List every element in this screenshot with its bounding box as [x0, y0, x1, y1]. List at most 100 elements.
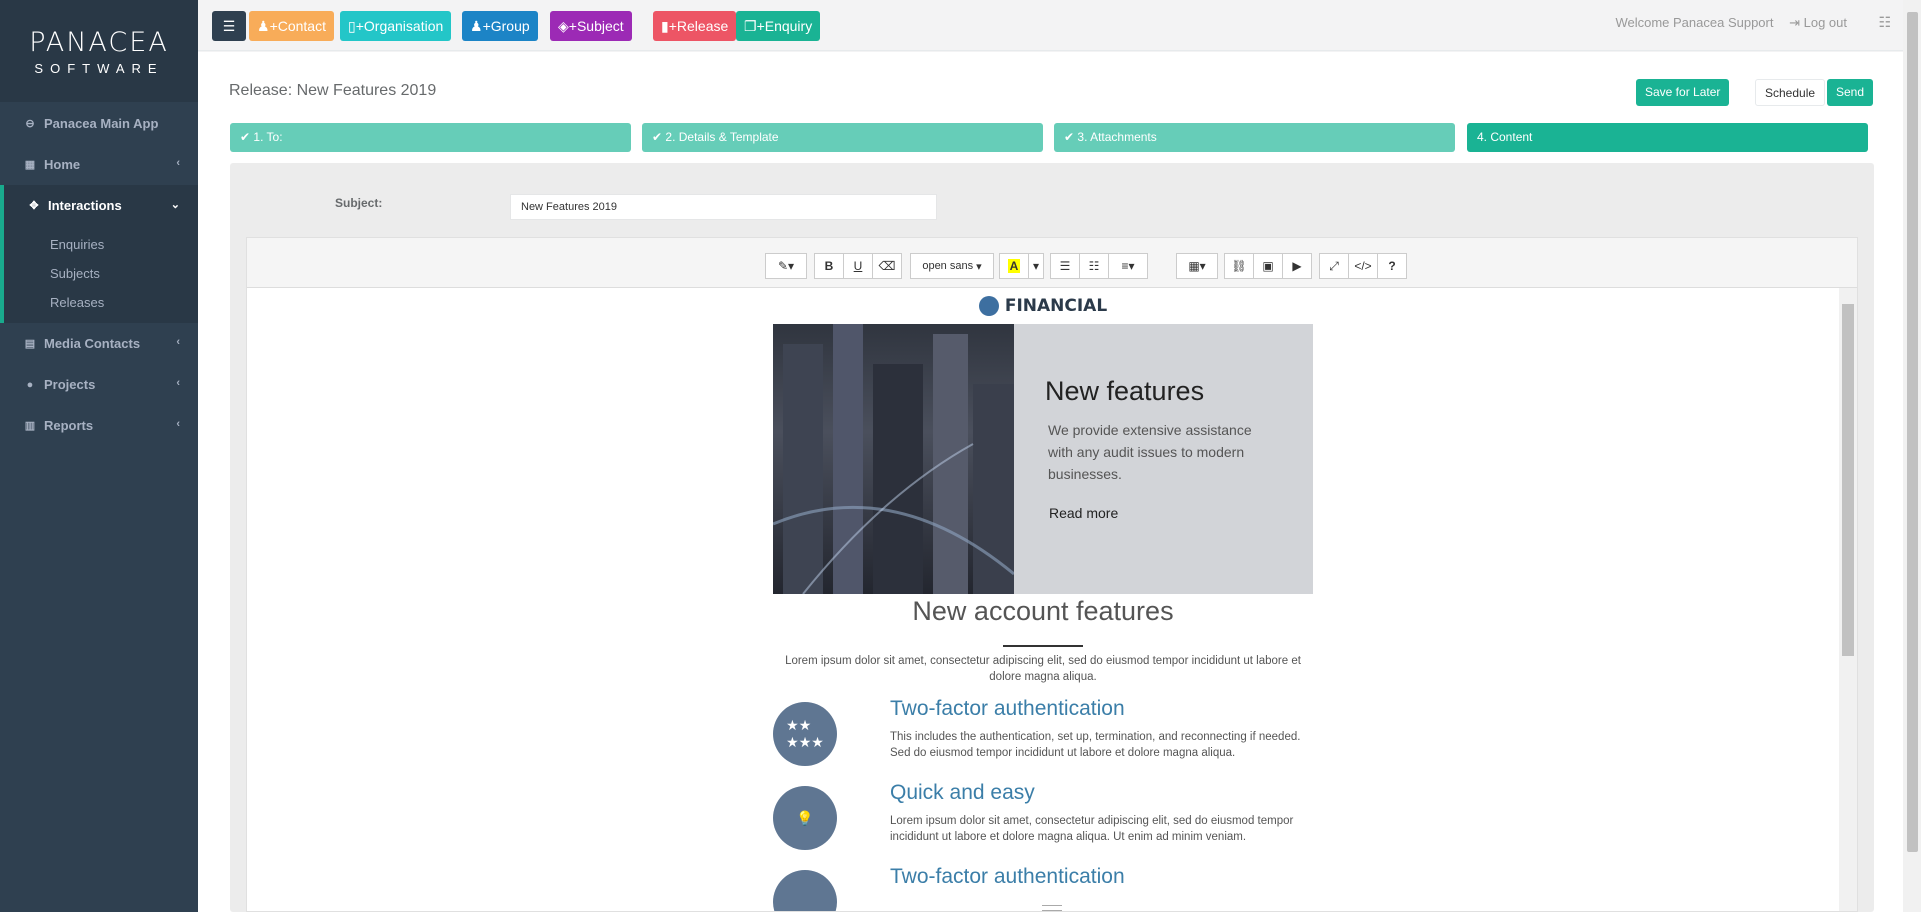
add-organisation-button[interactable]: ▯+Organisation — [340, 11, 452, 41]
table-icon: ▦▾ — [1188, 259, 1206, 273]
sign-out-icon: ⇥ — [1789, 15, 1804, 30]
step-label: 4. Content — [1477, 130, 1533, 144]
hero-title: New features — [1045, 376, 1205, 406]
sidebar-item-reports[interactable]: ▥ Reports ‹ — [0, 405, 198, 446]
sidebar-item-label: Media Contacts — [44, 336, 141, 351]
dashboard-icon: ▦ — [24, 159, 36, 171]
magic-wand-icon: ✎▾ — [777, 259, 795, 273]
section-divider — [1003, 645, 1083, 647]
button-label: +Release — [668, 18, 729, 34]
underline-button[interactable]: U — [843, 253, 873, 279]
clear-format-button[interactable]: ⌫ — [872, 253, 902, 279]
file-icon: ▮ — [661, 18, 669, 34]
sidebar-item-projects[interactable]: ● Projects ‹ — [0, 364, 198, 405]
sidebar-item-interactions[interactable]: ✥ Interactions ⌄ — [0, 185, 198, 226]
add-group-button[interactable]: ♟+Group — [462, 11, 538, 41]
feature-item: ★★ ★★★ Two-factor authentication This inc… — [773, 697, 1313, 775]
sidebar-item-home[interactable]: ▦ Home ‹ — [0, 144, 198, 185]
circle-icon — [773, 870, 837, 911]
editor-scroll-thumb[interactable] — [1842, 304, 1854, 656]
underline-icon: U — [853, 259, 863, 273]
page-scroll-thumb[interactable] — [1907, 12, 1918, 852]
subject-label: Subject: — [335, 196, 383, 210]
ordered-list-button[interactable]: ☷ — [1079, 253, 1109, 279]
editor-scrollbar[interactable] — [1839, 288, 1857, 911]
financial-logo: FINANCIAL — [773, 288, 1313, 324]
table-button[interactable]: ▦▾ — [1176, 253, 1218, 279]
save-for-later-button[interactable]: Save for Later — [1636, 79, 1730, 106]
code-view-button[interactable]: </> — [1348, 253, 1378, 279]
video-button[interactable]: ▶ — [1282, 253, 1312, 279]
check-icon: ✔ — [240, 130, 254, 144]
editor-resize-handle[interactable] — [1042, 905, 1062, 911]
add-release-button[interactable]: ▮+Release — [653, 11, 737, 41]
city-skyline-graphic — [773, 324, 1015, 594]
user-icon: ♟ — [257, 18, 270, 34]
sidebar-item-label: Panacea Main App — [44, 116, 159, 131]
add-contact-button[interactable]: ♟+Contact — [249, 11, 334, 41]
image-icon: ▣ — [1262, 259, 1274, 273]
page-scrollbar[interactable] — [1903, 0, 1921, 912]
align-icon: ≡▾ — [1121, 259, 1135, 273]
feature-text: This includes the authentication, set up… — [890, 731, 1301, 759]
font-family-select[interactable]: open sans ▾ — [910, 253, 994, 279]
magic-style-button[interactable]: ✎▾ — [765, 253, 807, 279]
feature-text: Lorem ipsum dolor sit amet, consectetur … — [890, 815, 1294, 843]
sidebar-subitem-enquiries[interactable]: Enquiries — [4, 230, 198, 259]
add-enquiry-button[interactable]: ❐+Enquiry — [736, 11, 821, 41]
read-more-link[interactable]: Read more — [1049, 505, 1118, 521]
font-color-button[interactable]: A — [999, 253, 1029, 279]
button-label: +Organisation — [355, 18, 444, 34]
help-button[interactable]: ? — [1377, 253, 1407, 279]
step-details-template[interactable]: ✔ 2. Details & Template — [642, 123, 1043, 152]
hero-text: We provide extensive assistance with any… — [1048, 422, 1252, 482]
fullscreen-button[interactable]: ⤢ — [1319, 253, 1349, 279]
city-night-image — [773, 324, 1015, 594]
feature-title: Quick and easy — [890, 781, 1035, 804]
cube-icon: ◈ — [558, 18, 569, 34]
sidebar-item-main-app[interactable]: ⊖ Panacea Main App — [0, 103, 198, 144]
send-button[interactable]: Send — [1827, 79, 1874, 106]
subject-input[interactable] — [510, 194, 937, 220]
step-label: 2. Details & Template — [665, 130, 779, 144]
question-circle-icon: ● — [26, 378, 34, 391]
right-sidebar-toggle-icon[interactable]: ☷ — [1878, 14, 1891, 31]
editor-content[interactable]: FINANCIAL New features We provide extens… — [247, 288, 1839, 911]
move-arrows-icon: ✥ — [29, 200, 39, 212]
font-color-dropdown[interactable]: ▾ — [1028, 253, 1044, 279]
bold-button[interactable]: B — [814, 253, 844, 279]
sidebar-item-media-contacts[interactable]: ▤ Media Contacts ‹ — [0, 323, 198, 364]
feature-title: Two-factor authentication — [890, 697, 1125, 720]
eraser-icon: ⌫ — [878, 259, 896, 273]
logo-text: FINANCIAL — [1004, 296, 1108, 316]
paragraph-align-button[interactable]: ≡▾ — [1108, 253, 1148, 279]
check-icon: ✔ — [1064, 130, 1078, 144]
panacea-logo[interactable]: PANACEA SOFTWARE — [0, 0, 198, 102]
sidebar-item-label: Reports — [44, 418, 94, 433]
menu-toggle-button[interactable]: ☰ — [212, 11, 246, 41]
logout-label: Log out — [1803, 15, 1847, 30]
sidebar-item-label: Home — [44, 157, 81, 172]
step-content[interactable]: 4. Content — [1467, 123, 1868, 152]
logout-link[interactable]: ⇥ Log out — [1789, 15, 1847, 30]
page-title: Release: New Features 2019 — [229, 82, 437, 99]
step-to[interactable]: ✔ 1. To: — [230, 123, 631, 152]
rich-text-editor: ✎▾ B U ⌫ open sans ▾ A ▾ ☰ ☷ ≡▾ ▦▾ ⛓ ▣ ▶… — [246, 237, 1858, 912]
image-button[interactable]: ▣ — [1253, 253, 1283, 279]
sidebar-item-label: Projects — [44, 377, 96, 392]
sidebar-subitem-subjects[interactable]: Subjects — [4, 259, 198, 288]
link-button[interactable]: ⛓ — [1224, 253, 1254, 279]
financial-logo-icon — [978, 296, 999, 316]
chevron-left-icon: ‹ — [176, 418, 180, 430]
back-circle-icon: ⊖ — [25, 118, 35, 130]
step-attachments[interactable]: ✔ 3. Attachments — [1054, 123, 1455, 152]
add-subject-button[interactable]: ◈+Subject — [550, 11, 632, 41]
unordered-list-button[interactable]: ☰ — [1050, 253, 1080, 279]
feature-title: Two-factor authentication — [890, 865, 1125, 888]
step-label: 3. Attachments — [1077, 130, 1157, 144]
font-color-icon: A — [1007, 259, 1021, 273]
sidebar-subitem-releases[interactable]: Releases — [4, 288, 198, 317]
schedule-button[interactable]: Schedule — [1755, 79, 1826, 106]
link-icon: ⛓ — [1231, 259, 1247, 273]
chevron-left-icon: ‹ — [176, 377, 180, 389]
